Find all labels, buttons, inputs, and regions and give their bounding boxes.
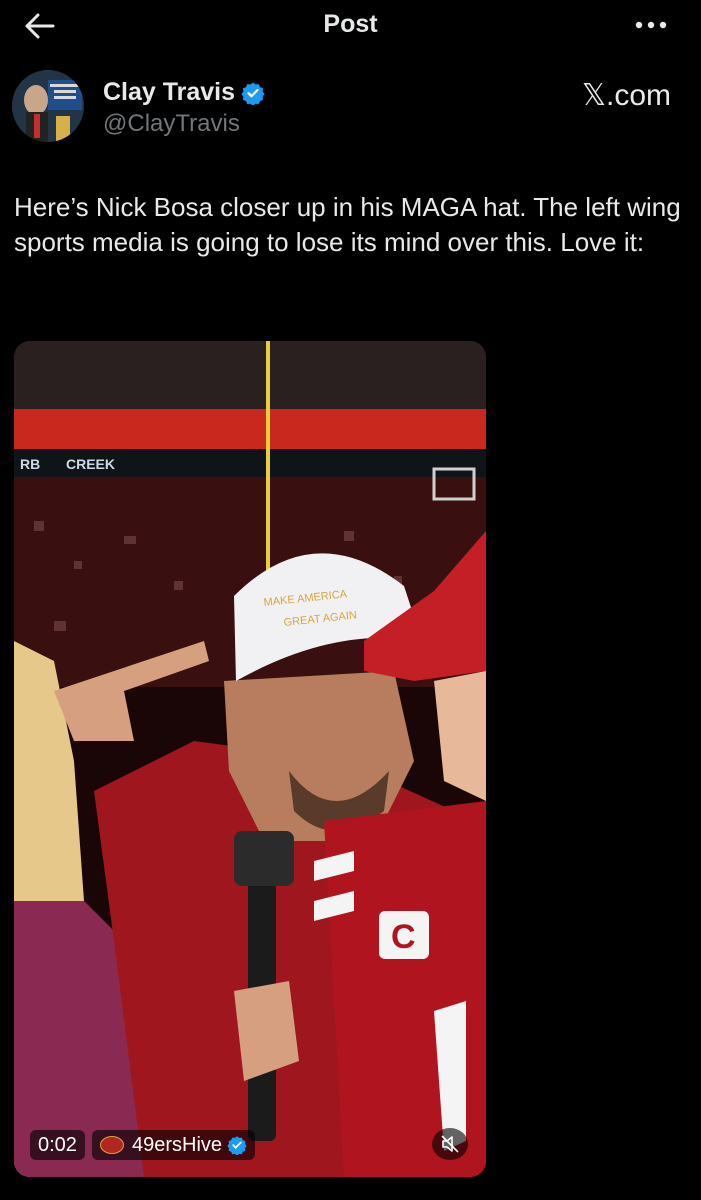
svg-text:RB: RB bbox=[20, 456, 40, 472]
source-label: 𝕏.com bbox=[581, 79, 671, 112]
stadium-sign: CREEK bbox=[66, 456, 115, 472]
avatar[interactable] bbox=[12, 70, 84, 142]
verified-badge-icon bbox=[227, 1135, 247, 1155]
mute-button[interactable] bbox=[432, 1128, 468, 1160]
avatar-image bbox=[12, 70, 84, 142]
page-title: Post bbox=[323, 10, 378, 38]
volume-muted-icon bbox=[441, 1135, 459, 1153]
attribution-name: 49ersHive bbox=[132, 1133, 223, 1156]
verified-badge-icon bbox=[241, 81, 265, 105]
top-bar: Post bbox=[0, 0, 701, 52]
author-handle[interactable]: @ClayTravis bbox=[103, 110, 240, 138]
video-attribution[interactable]: 49ersHive bbox=[92, 1130, 256, 1160]
more-options-button[interactable] bbox=[631, 10, 671, 40]
video-frame: RB CREEK MAKE AMERICA GREAT AGAIN C bbox=[14, 341, 486, 1177]
video-player[interactable]: RB CREEK MAKE AMERICA GREAT AGAIN C bbox=[14, 341, 486, 1177]
more-horizontal-icon bbox=[635, 21, 667, 29]
jersey-patch: C bbox=[391, 918, 416, 956]
tweet-text: Here’s Nick Bosa closer up in his MAGA h… bbox=[14, 192, 681, 257]
video-timestamp: 0:02 bbox=[30, 1130, 85, 1160]
attribution-logo-icon bbox=[100, 1136, 124, 1154]
author-display-name[interactable]: Clay Travis bbox=[103, 78, 235, 107]
author-name-row: Clay Travis bbox=[103, 78, 265, 107]
